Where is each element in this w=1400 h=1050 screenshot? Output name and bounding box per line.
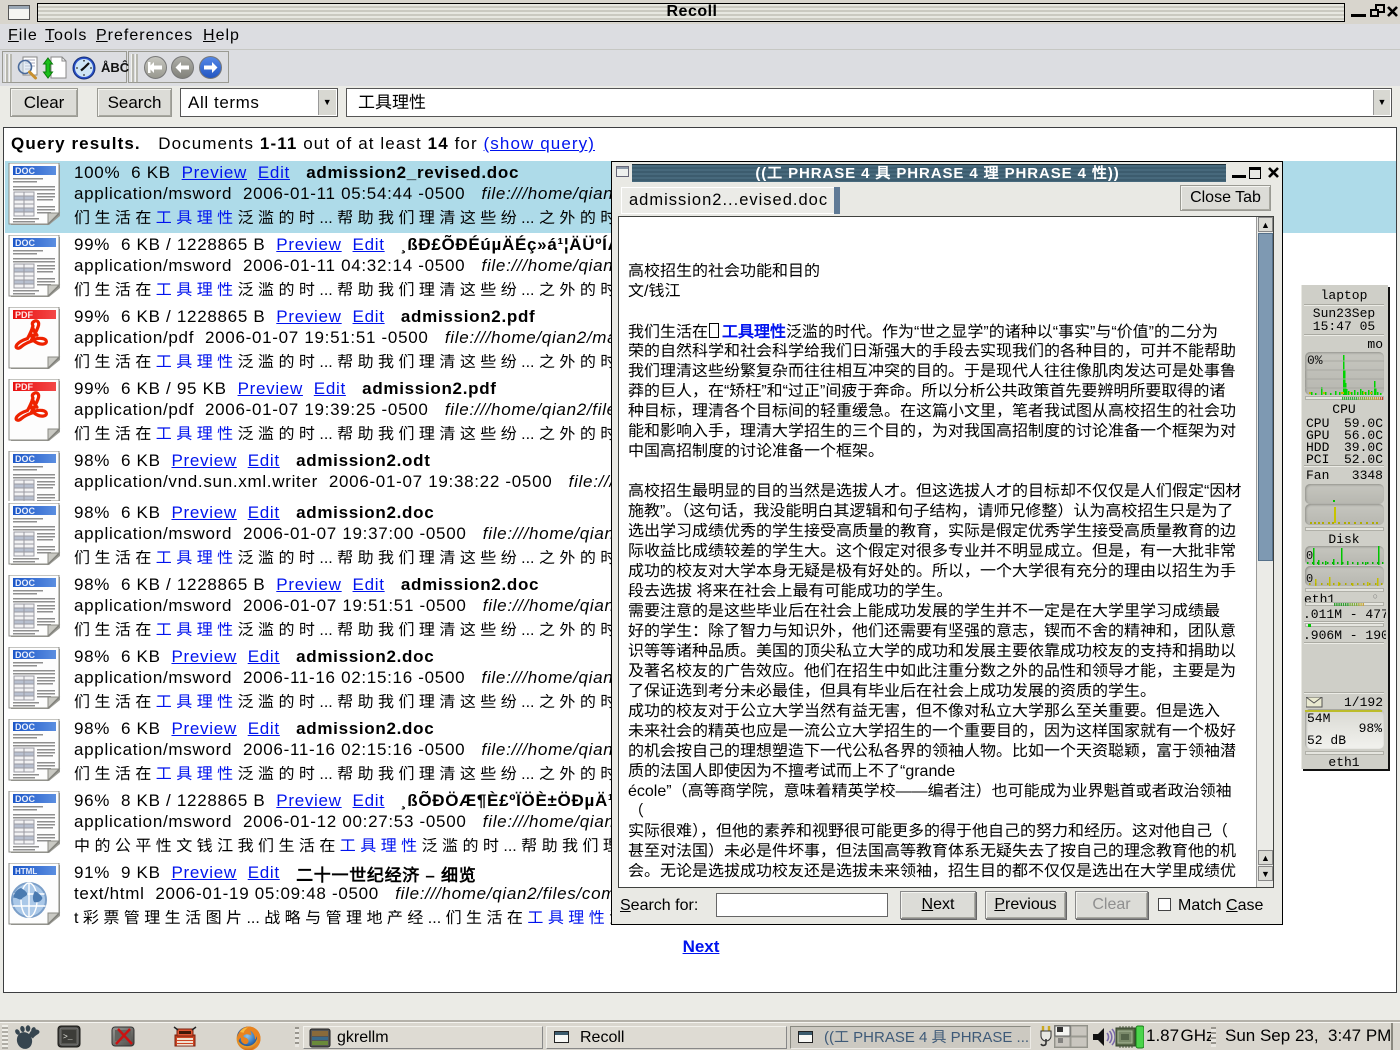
svg-text:0: 0	[1306, 572, 1313, 586]
svg-text:0: 0	[1306, 549, 1313, 563]
svg-text:DOC: DOC	[15, 166, 36, 176]
svg-text:DOC: DOC	[15, 650, 36, 660]
svg-text:DOC: DOC	[15, 506, 36, 516]
svg-text:DOC: DOC	[15, 578, 36, 588]
svg-text:PDF: PDF	[15, 382, 34, 392]
svg-text:>_: >_	[63, 1033, 73, 1042]
svg-text:DOC: DOC	[15, 238, 36, 248]
svg-text:PDF: PDF	[15, 310, 34, 320]
svg-text:DOC: DOC	[15, 794, 36, 804]
svg-text:DOC: DOC	[15, 722, 36, 732]
svg-text:0%: 0%	[1307, 353, 1323, 368]
svg-text:HTML: HTML	[15, 867, 37, 876]
svg-text:DOC: DOC	[15, 454, 36, 464]
